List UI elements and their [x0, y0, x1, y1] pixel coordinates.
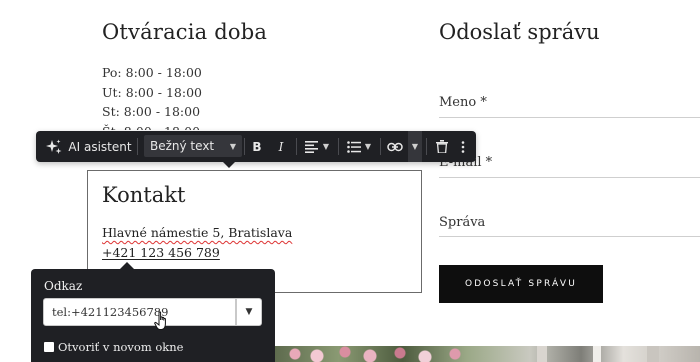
hours-line: St: 8:00 - 18:00 [102, 104, 201, 119]
name-field-label[interactable]: Meno * [439, 95, 487, 110]
message-heading: Odoslať správu [439, 20, 600, 44]
link-icon [387, 142, 403, 151]
link-button[interactable] [384, 131, 406, 162]
chevron-down-icon: ▼ [411, 142, 419, 151]
toolbar-divider [137, 138, 138, 155]
bullet-list-icon [347, 140, 361, 153]
name-field-underline[interactable] [439, 117, 700, 118]
toolbar-divider [380, 138, 381, 155]
photo-column-detail [593, 346, 601, 362]
toolbar-divider [426, 138, 427, 155]
photo-column-detail [647, 346, 659, 362]
toolbar-divider [338, 138, 339, 155]
submit-message-button[interactable]: ODOSLAŤ SPRÁVU [439, 265, 603, 303]
italic-button[interactable]: I [272, 131, 290, 162]
flower-photo [275, 346, 700, 362]
link-url-value: tel:+421123456789 [52, 305, 169, 319]
open-new-window-label[interactable]: Otvoriť v novom okne [58, 340, 184, 354]
text-style-select[interactable]: Bežný text ▼ [144, 135, 242, 157]
link-type-dropdown[interactable]: ▼ [236, 298, 262, 326]
hand-cursor-icon [154, 311, 166, 330]
chevron-down-icon: ▼ [364, 142, 372, 151]
hours-line: Po: 8:00 - 18:00 [102, 65, 202, 80]
link-options-dropdown[interactable]: ▼ [408, 131, 422, 162]
ai-assistant-button[interactable]: AI asistent [42, 131, 136, 162]
chevron-down-icon: ▼ [229, 141, 236, 151]
text-style-label: Bežný text [150, 139, 215, 153]
link-popover-pointer [120, 262, 134, 269]
align-left-icon [304, 140, 318, 153]
open-new-window-checkbox[interactable] [44, 342, 54, 352]
trash-icon [436, 140, 448, 153]
bold-button[interactable]: B [248, 131, 266, 162]
formatting-toolbar: AI asistent Bežný text ▼ B I ▼ ▼ ▼ [36, 131, 476, 162]
hours-line: Št: 8:00 - 18:00 [102, 122, 202, 131]
chevron-down-icon: ▼ [322, 142, 330, 151]
message-field-label[interactable]: Správa [439, 215, 485, 230]
more-vertical-icon [461, 140, 465, 153]
message-field-underline[interactable] [439, 236, 700, 237]
alignment-button[interactable]: ▼ [302, 131, 332, 162]
delete-button[interactable] [432, 131, 452, 162]
list-button[interactable]: ▼ [344, 131, 374, 162]
email-field-underline[interactable] [439, 177, 700, 178]
toolbar-divider [296, 138, 297, 155]
chevron-down-icon: ▼ [245, 307, 253, 317]
opening-hours-list: Po: 8:00 - 18:00 Ut: 8:00 - 18:00 St: 8:… [102, 63, 302, 130]
more-options-button[interactable] [456, 131, 470, 162]
ai-assistant-label: AI asistent [68, 139, 132, 154]
link-url-input[interactable]: tel:+421123456789 [43, 298, 236, 326]
hours-line: Ut: 8:00 - 18:00 [102, 84, 203, 100]
toolbar-pointer [222, 161, 236, 168]
contact-heading[interactable]: Kontakt [102, 183, 185, 207]
sparkle-icon [46, 139, 62, 154]
contact-address[interactable]: Hlavné námestie 5, Bratislava [102, 225, 292, 240]
toolbar-divider [244, 138, 245, 155]
contact-phone-link[interactable]: +421 123 456 789 [102, 245, 220, 260]
opening-hours-heading: Otváracia doba [102, 20, 268, 44]
photo-column-detail [537, 346, 547, 362]
link-popover-title: Odkaz [44, 279, 83, 293]
